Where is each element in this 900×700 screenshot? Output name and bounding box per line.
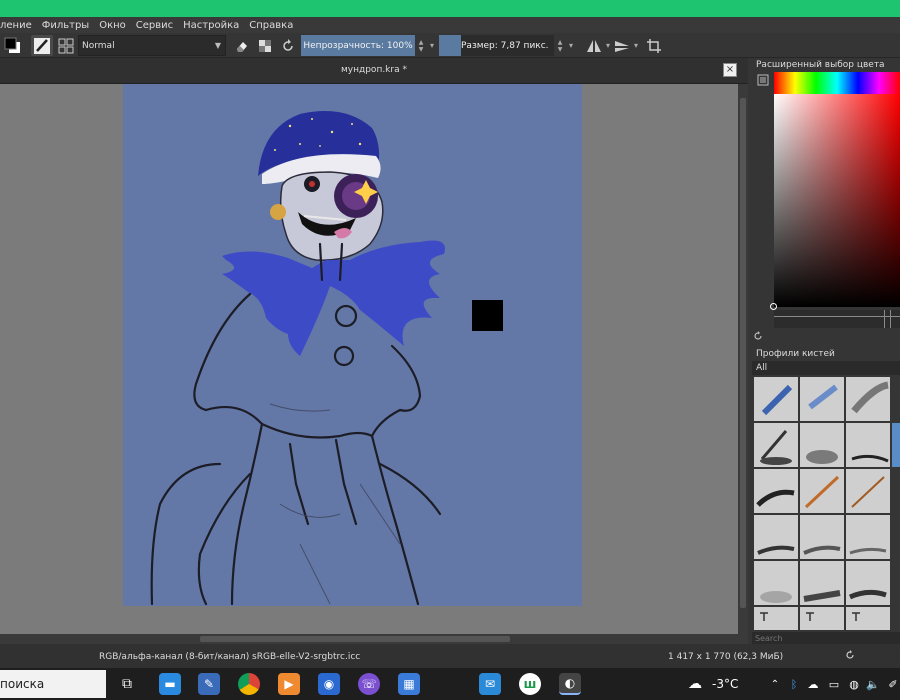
brush-tag-filter[interactable]: All (752, 361, 900, 375)
color-swap-icon[interactable] (2, 35, 24, 56)
brush-preset-text-1[interactable] (754, 607, 798, 630)
chevron-down-icon: ▼ (214, 41, 221, 50)
blend-mode-value: Normal (82, 40, 115, 51)
size-spinner[interactable]: ▲ ▼ (555, 35, 565, 56)
hue-bar[interactable] (774, 72, 900, 94)
menu-bar: ление Фильтры Окно Сервис Настройка Спра… (0, 17, 900, 33)
menu-item-settings[interactable]: Настройка (178, 20, 244, 31)
alpha-lock-icon[interactable] (254, 35, 276, 56)
battery-icon[interactable]: ▭ (823, 673, 845, 695)
brush-preset-text-3[interactable] (846, 607, 890, 630)
brush-preset-row-2 (754, 423, 900, 467)
saturation-value-square[interactable] (774, 94, 900, 307)
pattern-icon[interactable] (55, 35, 77, 56)
brush-presets-title: Профили кистей (756, 349, 835, 359)
krita-taskbar-icon[interactable]: ◐ (559, 673, 581, 695)
size-dropdown-icon[interactable]: ▾ (567, 35, 575, 56)
opacity-dropdown-icon[interactable]: ▾ (428, 35, 436, 56)
canvas-area[interactable] (0, 84, 738, 634)
document-title[interactable]: мундроп.kra * (0, 65, 748, 75)
brush-preset-row-1 (754, 377, 890, 421)
reload-preset-icon[interactable] (277, 35, 299, 56)
brush-presets-thumbnails (754, 377, 900, 630)
mail-icon[interactable]: ✉ (479, 673, 501, 695)
menu-item-filters[interactable]: Фильтры (37, 20, 94, 31)
brush-preset-row-4 (754, 515, 890, 559)
weather-temperature[interactable]: -3°C (712, 677, 738, 691)
brush-preset-row-5 (754, 561, 890, 605)
taskbar-search-box[interactable]: поиска (0, 670, 106, 698)
mirror-vertical-dropdown-icon[interactable]: ▾ (632, 35, 640, 56)
w-app-icon[interactable]: ш (519, 673, 541, 695)
opacity-spinner[interactable]: ▲ ▼ (416, 35, 426, 56)
document-tab-bar: мундроп.kra * × (0, 58, 748, 84)
cloud-sync-icon[interactable]: ☁ (802, 673, 824, 695)
mirror-vertical-icon[interactable] (611, 35, 633, 56)
drawing-left-pupil (309, 181, 315, 187)
window-title-bar (0, 0, 900, 17)
orange-app-icon[interactable]: ▶ (278, 673, 300, 695)
blend-mode-select[interactable]: Normal ▼ (78, 35, 226, 56)
chrome-icon[interactable] (238, 673, 260, 695)
canvas-horizontal-scrollbar[interactable] (0, 634, 748, 644)
opacity-label: Непрозрачность: 100% (303, 40, 413, 51)
image-size-status: 1 417 x 1 770 (62,3 МиБ) (668, 652, 784, 662)
color-profile-status: RGB/альфа-канал (8-бит/канал) sRGB-elle-… (99, 652, 361, 662)
canvas-horizontal-scroll-thumb[interactable] (200, 636, 510, 642)
viber-icon[interactable]: ☏ (358, 673, 380, 695)
brush-preset-row-3 (754, 469, 890, 513)
brush-toolbar: Normal ▼ Непрозрачность: 100% ▲ ▼ ▾ Разме… (0, 33, 900, 58)
brush-preset-row-6 (754, 607, 890, 630)
volume-icon[interactable]: 🔈 (862, 673, 884, 695)
chat-app-icon[interactable]: ◉ (318, 673, 340, 695)
size-label: Размер: 7,87 пикс. (461, 40, 549, 51)
color-selector-settings-icon[interactable] (752, 72, 774, 88)
canvas-artwork[interactable] (0, 84, 738, 634)
color-selector-title: Расширенный выбор цвета (756, 60, 885, 70)
windows-taskbar: поиска ⧉ ▬ ✎ ▶ ◉ ☏ ▦ ✉ ш ◐ ☁ -3°C ⌃ ᛒ ☁ … (0, 668, 900, 700)
paint-app-icon[interactable]: ✎ (198, 673, 220, 695)
refresh-colors-icon[interactable] (752, 330, 766, 344)
brush-preset-selected-marker[interactable] (892, 423, 900, 467)
right-docker-panel: Расширенный выбор цвета Профили кистей A… (748, 58, 900, 644)
wrap-around-icon[interactable] (643, 35, 665, 56)
menu-item-edit[interactable]: ление (0, 20, 37, 31)
brush-preset-text-2[interactable] (800, 607, 844, 630)
brush-presets-grid (754, 377, 900, 630)
color-picker-cursor[interactable] (770, 303, 777, 310)
menu-item-tools[interactable]: Сервис (131, 20, 178, 31)
task-view-icon[interactable]: ⧉ (116, 673, 138, 695)
taskbar-search-text: поиска (0, 677, 45, 691)
color-history-strip[interactable] (774, 310, 900, 328)
pen-tray-icon[interactable]: ✐ (882, 673, 900, 695)
brush-preset-icon[interactable] (31, 35, 53, 56)
opacity-slider[interactable]: Непрозрачность: 100% (301, 35, 415, 56)
size-slider[interactable]: Размер: 7,87 пикс. (461, 35, 554, 56)
mirror-horizontal-icon[interactable] (583, 35, 605, 56)
menu-item-help[interactable]: Справка (244, 20, 298, 31)
menu-item-window[interactable]: Окно (94, 20, 131, 31)
canvas-vertical-scrollbar[interactable] (738, 84, 748, 634)
close-document-button[interactable]: × (723, 63, 737, 77)
krita-window: ление Фильтры Окно Сервис Настройка Спра… (0, 0, 900, 700)
store-icon[interactable]: ▦ (398, 673, 420, 695)
zoom-reset-icon[interactable] (844, 649, 858, 663)
eraser-icon[interactable] (231, 35, 253, 56)
canvas-color-square (472, 300, 503, 331)
desktop-app-icon[interactable]: ▬ (159, 673, 181, 695)
weather-cloud-icon[interactable]: ☁ (684, 673, 706, 695)
size-slider-fill[interactable] (439, 35, 461, 56)
brush-search-input[interactable] (752, 632, 900, 644)
drawing-earring (270, 204, 286, 220)
status-bar: RGB/альфа-канал (8-бит/канал) sRGB-elle-… (0, 644, 900, 668)
canvas-vertical-scroll-thumb[interactable] (740, 98, 746, 608)
